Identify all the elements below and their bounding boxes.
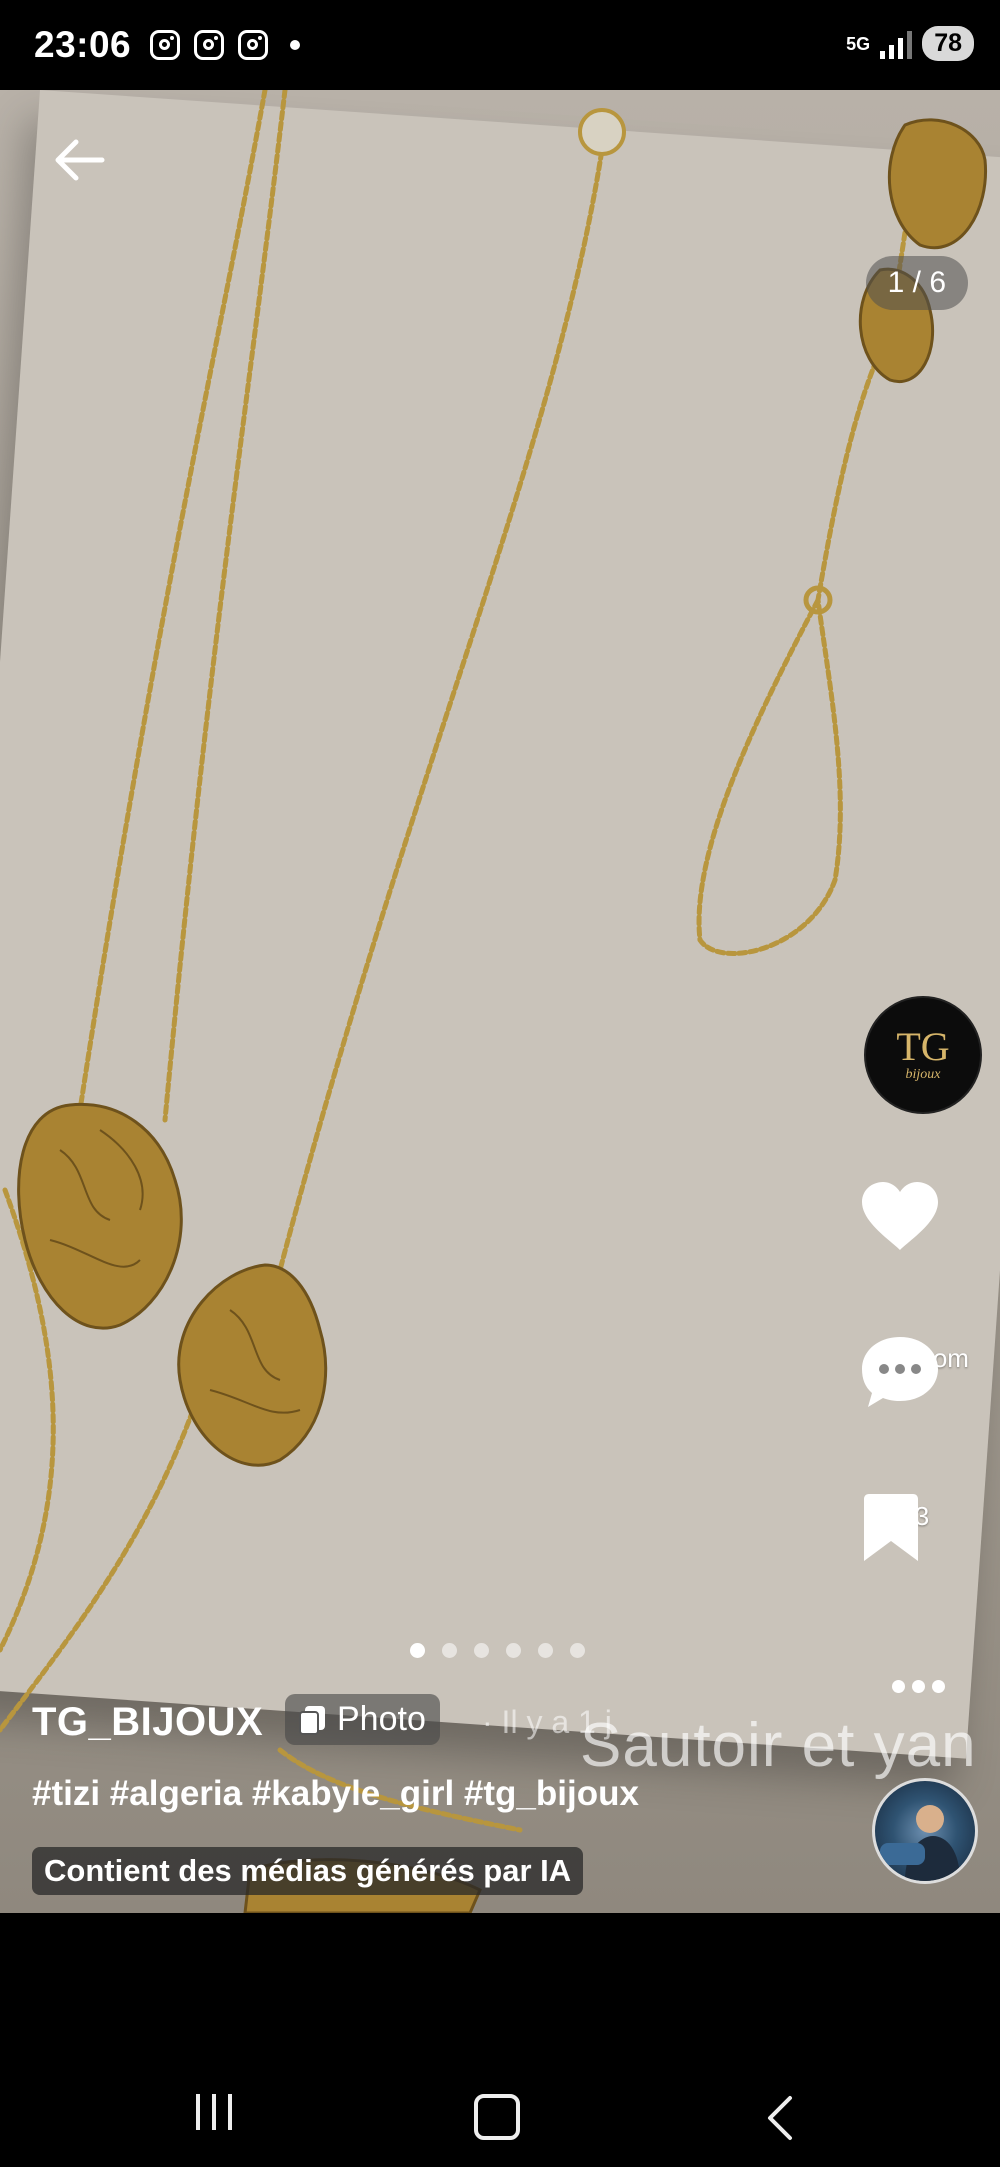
brand-subtitle: bijoux: [905, 1067, 941, 1082]
recent-apps-icon[interactable]: [196, 2094, 232, 2130]
page-dot: [442, 1643, 457, 1658]
network-type: 5G: [846, 33, 871, 54]
home-icon[interactable]: [474, 2094, 520, 2140]
music-avatar[interactable]: [872, 1778, 978, 1884]
instagram-icon: [194, 30, 224, 60]
page-dot: [570, 1643, 585, 1658]
ai-content-label[interactable]: Contient des médias générés par IA: [32, 1847, 584, 1895]
status-bar: 23:06 5G 78: [0, 0, 1000, 90]
hashtags[interactable]: #tizi #algeria #kabyle_girl #tg_bijoux: [32, 1774, 639, 1814]
system-status: 5G 78: [846, 26, 974, 61]
bookmark-icon: [864, 1494, 918, 1561]
battery-level: 78: [922, 26, 974, 61]
profile-photo: [880, 1805, 960, 1881]
more-notifications-dot-icon: [290, 40, 300, 50]
content-type-label: Photo: [337, 1700, 426, 1738]
system-back-icon[interactable]: [760, 2094, 800, 2142]
page-dot: [538, 1643, 553, 1658]
notification-icons: [150, 30, 300, 60]
post-photo[interactable]: 1 / 6 TG bijoux 14 1er com 3 Sautoir et …: [0, 90, 1000, 1913]
comment-bubble-icon: [862, 1337, 938, 1407]
page-dot-active: [410, 1643, 425, 1658]
save-button[interactable]: 3: [860, 1493, 984, 1561]
instagram-icon: [150, 30, 180, 60]
heart-icon: [862, 1182, 938, 1250]
necklace-illustration: [0, 90, 988, 1913]
photo-overlay-text: Sautoir et yan: [580, 1711, 977, 1780]
post-time: · Il y a 1 j: [482, 1704, 612, 1740]
page-dot: [474, 1643, 489, 1658]
like-button[interactable]: 14: [860, 1180, 984, 1250]
status-time: 23:06: [34, 24, 132, 65]
more-options-icon[interactable]: [892, 1680, 945, 1693]
comment-button[interactable]: 1er com: [860, 1335, 984, 1407]
content-type-chip: Photo: [285, 1694, 440, 1745]
page-dot: [506, 1643, 521, 1658]
brand-initials: TG: [896, 1024, 950, 1069]
system-navigation-bar: [0, 2040, 1000, 2167]
image-counter: 1 / 6: [865, 256, 968, 310]
photo-stack-icon: [299, 1705, 327, 1735]
back-arrow-icon[interactable]: [50, 130, 110, 190]
instagram-icon: [238, 30, 268, 60]
account-avatar[interactable]: TG bijoux: [864, 996, 982, 1114]
username[interactable]: TG_BIJOUX: [32, 1700, 263, 1745]
carousel-indicator: [410, 1643, 585, 1658]
signal-icon: [880, 29, 913, 59]
